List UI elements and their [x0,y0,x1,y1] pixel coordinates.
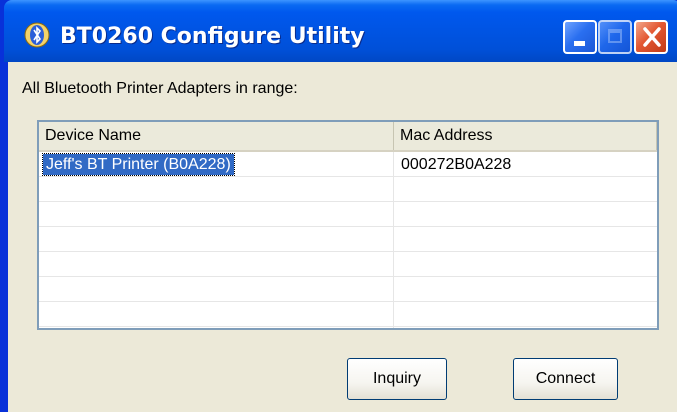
device-name-cell[interactable]: Jeff's BT Printer (B0A228) [42,153,235,176]
bluetooth-app-icon [24,22,50,48]
empty-list-row [39,202,657,227]
adapters-caption: All Bluetooth Printer Adapters in range: [22,80,298,97]
empty-list-row [39,302,657,327]
column-header-mac-address[interactable]: Mac Address [394,122,657,150]
column-header-device-name[interactable]: Device Name [39,122,394,150]
connect-button[interactable]: Connect [513,358,618,400]
maximize-icon [608,29,622,43]
minimize-button[interactable] [563,20,597,54]
list-row[interactable]: Jeff's BT Printer (B0A228) 000272B0A228 [39,152,657,177]
mac-address-cell[interactable]: 000272B0A228 [401,154,511,175]
empty-list-row [39,252,657,277]
app-window: BT0260 Configure Utility All Bluetooth P… [0,0,677,412]
empty-list-row [39,227,657,252]
inquiry-button[interactable]: Inquiry [347,358,447,400]
close-button[interactable] [634,20,668,54]
window-title: BT0260 Configure Utility [60,24,365,49]
minimize-icon [574,41,585,46]
adapter-list[interactable]: Device Name Mac Address Jeff's BT Printe… [37,120,659,330]
close-icon [643,27,661,47]
list-header: Device Name Mac Address [39,122,657,152]
title-bar[interactable]: BT0260 Configure Utility [4,0,677,62]
maximize-button [598,20,632,54]
empty-list-row [39,277,657,302]
empty-list-row [39,177,657,202]
